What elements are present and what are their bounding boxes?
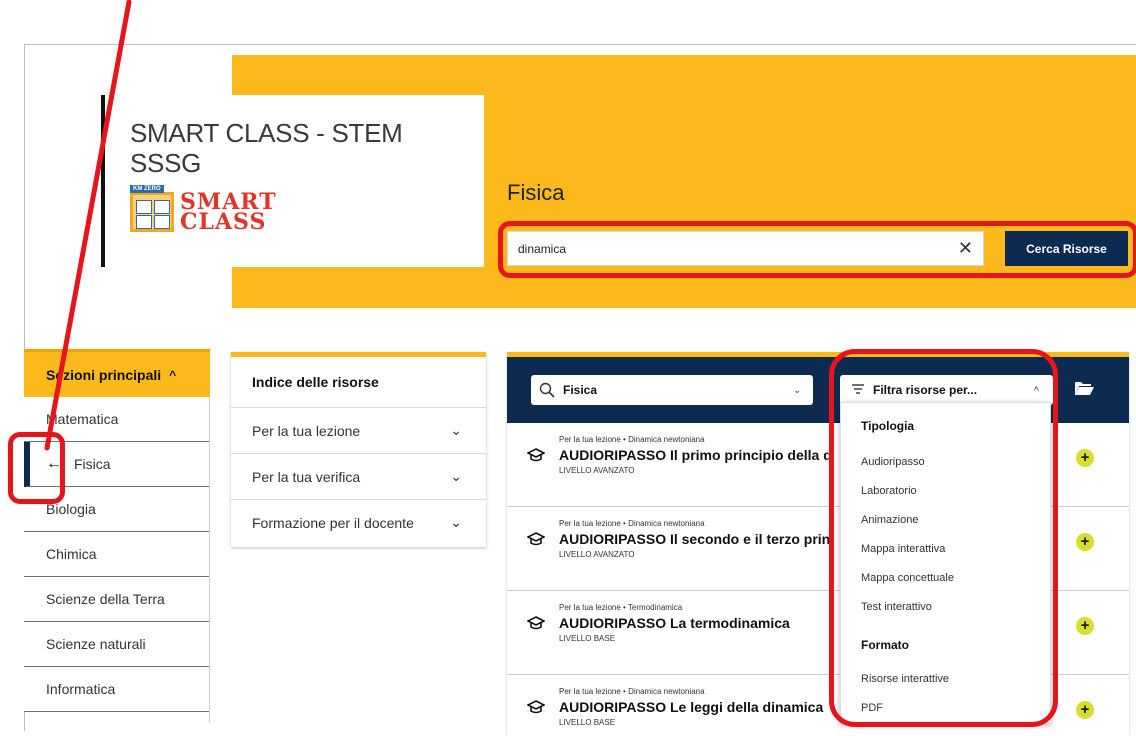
add-icon[interactable]: +: [1076, 449, 1094, 467]
logo-icon: KM ZERO: [130, 185, 174, 232]
item-level: LIVELLO AVANZATO: [559, 550, 635, 559]
item-title[interactable]: AUDIORIPASSO Il primo principio della d: [559, 447, 832, 463]
item-level: LIVELLO AVANZATO: [559, 466, 635, 475]
subject-select-value: Fisica: [563, 383, 598, 397]
index-item-label: Per la tua lezione: [252, 422, 361, 439]
graduation-cap-icon: [526, 615, 546, 636]
sidebar: Sezioni principali ^ Matematica ← Fisica…: [24, 349, 210, 712]
item-breadcrumb: Per la tua lezione • Dinamica newtoniana: [559, 519, 705, 528]
item-title[interactable]: AUDIORIPASSO La termodinamica: [559, 615, 790, 631]
annotation-filter-highlight: [829, 349, 1058, 727]
logo-text-line2: CLASS: [180, 209, 267, 235]
item-breadcrumb: Per la tua lezione • Dinamica newtoniana: [559, 435, 705, 444]
search-icon: [539, 382, 555, 398]
folder-open-icon[interactable]: [1074, 380, 1094, 401]
add-icon[interactable]: +: [1076, 701, 1094, 719]
annotation-search-highlight: [498, 221, 1136, 278]
sidebar-item-label: Fisica: [74, 456, 111, 472]
sidebar-title: Sezioni principali: [46, 366, 162, 383]
index-item-label: Formazione per il docente: [252, 514, 414, 531]
index-item-label: Per la tua verifica: [252, 468, 361, 485]
chevron-down-icon: ⌄: [450, 514, 462, 530]
item-level: LIVELLO BASE: [559, 718, 616, 727]
resource-index: Indice delle risorse Per la tua lezione …: [231, 352, 486, 547]
graduation-cap-icon: [526, 447, 546, 468]
item-breadcrumb: Per la tua lezione • Termodinamica: [559, 603, 683, 612]
chevron-down-icon: ⌄: [793, 384, 801, 395]
sidebar-border: [209, 397, 210, 723]
sidebar-item-scienze-della-terra[interactable]: Scienze della Terra: [24, 577, 210, 622]
chevron-down-icon: ⌄: [450, 422, 462, 438]
graduation-cap-icon: [526, 531, 546, 552]
logo-badge: KM ZERO: [130, 185, 164, 193]
sidebar-item-label: Matematica: [46, 411, 119, 427]
logo-text: SMART CLASS: [180, 191, 277, 235]
annotation-fisica-highlight: [8, 432, 65, 504]
sidebar-item-informatica[interactable]: Informatica: [24, 667, 210, 712]
sidebar-item-scienze-naturali[interactable]: Scienze naturali: [24, 622, 210, 667]
item-level: LIVELLO BASE: [559, 634, 616, 643]
sidebar-item-label: Chimica: [46, 546, 97, 562]
site-title[interactable]: SMART CLASS - STEM SSSG: [130, 118, 460, 178]
logo-accent-bar: [101, 95, 105, 267]
page-frame-top: [24, 44, 1136, 45]
chevron-down-icon: ⌄: [450, 468, 462, 484]
item-breadcrumb: Per la tua lezione • Dinamica newtoniana: [559, 687, 705, 696]
add-icon[interactable]: +: [1076, 533, 1094, 551]
subject-select[interactable]: Fisica ⌄: [531, 375, 813, 405]
add-icon[interactable]: +: [1076, 617, 1094, 635]
index-title: Indice delle risorse: [231, 357, 486, 408]
sidebar-item-label: Scienze naturali: [46, 636, 146, 652]
section-title: Fisica: [507, 180, 565, 205]
sidebar-header[interactable]: Sezioni principali ^: [24, 349, 210, 397]
index-item-formazione[interactable]: Formazione per il docente ⌄: [231, 500, 486, 545]
index-item-lezione[interactable]: Per la tua lezione ⌄: [231, 408, 486, 454]
index-item-verifica[interactable]: Per la tua verifica ⌄: [231, 454, 486, 500]
smart-class-logo[interactable]: KM ZERO SMART CLASS: [130, 185, 276, 236]
sidebar-item-chimica[interactable]: Chimica: [24, 532, 210, 577]
graduation-cap-icon: [526, 699, 546, 720]
item-title[interactable]: AUDIORIPASSO Le leggi della dinamica: [559, 699, 823, 715]
chevron-up-icon: ^: [169, 367, 177, 382]
item-title[interactable]: AUDIORIPASSO Il secondo e il terzo prin: [559, 531, 830, 547]
sidebar-item-label: Scienze della Terra: [46, 591, 165, 607]
sidebar-item-label: Informatica: [46, 681, 116, 697]
